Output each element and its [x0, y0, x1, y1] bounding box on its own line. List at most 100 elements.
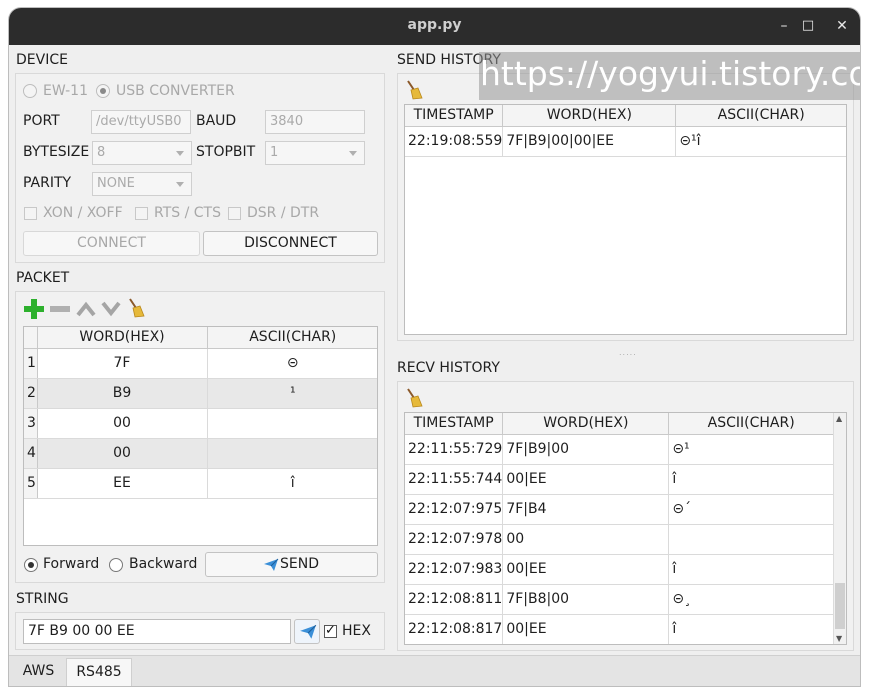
recv-history-row[interactable]: 22:12:08:817 00|EE î — [405, 614, 834, 644]
recv-history-row[interactable]: 22:12:08:811 7F|B8|00 ⊝¸ — [405, 584, 834, 615]
row-number: 2 — [24, 378, 38, 409]
packet-row[interactable]: 4 00 — [24, 438, 377, 469]
string-input[interactable]: 7F B9 00 00 EE — [23, 619, 291, 644]
dsr-dtr-checkbox[interactable] — [228, 207, 241, 220]
baud-field[interactable]: 3840 — [265, 110, 365, 134]
recv-header-timestamp[interactable]: TIMESTAMP — [405, 413, 504, 435]
packet-header-hex[interactable]: WORD(HEX) — [37, 327, 208, 349]
watermark-overlay: https://yogyui.tistory.com — [479, 52, 860, 100]
send-button[interactable]: SEND — [205, 552, 378, 577]
recv-header-ascii[interactable]: ASCII(CHAR) — [668, 413, 834, 435]
recv-history-row[interactable]: 22:11:55:729 7F|B9|00 ⊝¹ — [405, 434, 834, 465]
hex-cell: 7F|B4 — [502, 494, 670, 525]
send-button-label: SEND — [280, 556, 319, 572]
send-history-table[interactable]: TIMESTAMP WORD(HEX) ASCII(CHAR) 22:19:08… — [404, 104, 847, 335]
hex-cell[interactable]: B9 — [37, 378, 208, 409]
send-string-button[interactable] — [294, 619, 320, 644]
recv-history-row[interactable]: 22:12:07:975 7F|B4 ⊝´ — [405, 494, 834, 525]
device-section-label: DEVICE — [16, 52, 68, 68]
connect-button[interactable]: CONNECT — [23, 231, 200, 256]
ascii-cell[interactable] — [207, 408, 377, 439]
hex-cell[interactable]: 7F — [37, 348, 208, 379]
disconnect-button[interactable]: DISCONNECT — [203, 231, 378, 256]
packet-table[interactable]: WORD(HEX) ASCII(CHAR) 1 7F ⊝ 2 B9 ¹ 3 00 — [23, 326, 378, 546]
row-number: 5 — [24, 468, 38, 499]
recv-header-hex[interactable]: WORD(HEX) — [502, 413, 670, 435]
minimize-button[interactable]: – — [772, 15, 796, 37]
remove-row-icon[interactable] — [49, 298, 71, 320]
backward-radio[interactable] — [109, 558, 123, 572]
forward-radio[interactable] — [24, 558, 38, 572]
recv-history-scrollbar[interactable]: ▲ ▼ — [833, 413, 846, 644]
baud-label: BAUD — [196, 113, 237, 129]
stopbit-select[interactable]: 1 — [265, 141, 365, 165]
packet-row[interactable]: 5 EE î — [24, 468, 377, 499]
row-number: 3 — [24, 408, 38, 439]
send-header-hex[interactable]: WORD(HEX) — [502, 105, 677, 127]
clear-recv-history-broom-icon[interactable] — [405, 388, 423, 408]
ascii-cell: î — [668, 464, 834, 495]
scroll-down-arrow-icon[interactable]: ▼ — [836, 634, 842, 643]
port-field[interactable]: /dev/ttyUSB0 — [91, 110, 191, 134]
clear-send-history-broom-icon[interactable] — [405, 80, 423, 100]
ascii-cell: ⊝¹ — [668, 434, 834, 465]
hex-cell: 00 — [502, 524, 670, 555]
parity-label: PARITY — [23, 175, 72, 191]
scroll-up-arrow-icon[interactable]: ▲ — [836, 414, 842, 423]
packet-header-corner — [24, 327, 38, 349]
backward-label: Backward — [129, 556, 198, 572]
row-number: 4 — [24, 438, 38, 469]
parity-select[interactable]: NONE — [92, 172, 192, 196]
hex-cell[interactable]: 00 — [37, 438, 208, 469]
hex-checkbox[interactable] — [324, 623, 337, 638]
forward-label: Forward — [43, 556, 100, 572]
close-button[interactable]: ✕ — [830, 15, 854, 37]
tab-bar: AWS RS485 — [9, 655, 860, 686]
packet-row[interactable]: 3 00 — [24, 408, 377, 439]
maximize-button[interactable]: □ — [796, 15, 820, 37]
ascii-cell[interactable]: î — [207, 468, 377, 499]
paper-plane-icon — [300, 624, 317, 639]
ascii-cell[interactable] — [207, 438, 377, 469]
timestamp-cell: 22:19:08:559 — [405, 126, 504, 157]
packet-row[interactable]: 2 B9 ¹ — [24, 378, 377, 409]
ew11-radio[interactable] — [23, 84, 37, 98]
send-header-ascii[interactable]: ASCII(CHAR) — [675, 105, 846, 127]
hex-cell: 00|EE — [502, 614, 670, 644]
stopbit-label: STOPBIT — [196, 144, 256, 160]
tab-aws[interactable]: AWS — [11, 658, 66, 686]
ascii-cell: î — [668, 554, 834, 585]
timestamp-cell: 22:12:07:978 — [405, 524, 504, 555]
bytesize-select[interactable]: 8 — [92, 141, 192, 165]
usb-converter-radio[interactable] — [96, 84, 110, 98]
ascii-cell: ⊝¹î — [675, 126, 846, 157]
send-header-timestamp[interactable]: TIMESTAMP — [405, 105, 504, 127]
add-row-icon[interactable] — [23, 298, 45, 320]
recv-history-row[interactable]: 22:11:55:744 00|EE î — [405, 464, 834, 495]
recv-history-row[interactable]: 22:12:07:983 00|EE î — [405, 554, 834, 585]
scrollbar-thumb[interactable] — [835, 583, 845, 629]
port-label: PORT — [23, 113, 60, 129]
ascii-cell[interactable]: ⊝ — [207, 348, 377, 379]
packet-row[interactable]: 1 7F ⊝ — [24, 348, 377, 379]
tab-rs485[interactable]: RS485 — [66, 658, 132, 686]
usb-converter-label: USB CONVERTER — [116, 83, 235, 99]
recv-history-row[interactable]: 22:12:07:978 00 — [405, 524, 834, 555]
clear-packet-broom-icon[interactable] — [127, 298, 145, 318]
packet-section-label: PACKET — [16, 270, 70, 286]
hex-cell[interactable]: 00 — [37, 408, 208, 439]
send-history-row[interactable]: 22:19:08:559 7F|B9|00|00|EE ⊝¹î — [405, 126, 846, 157]
hex-cell[interactable]: EE — [37, 468, 208, 499]
rts-cts-checkbox[interactable] — [135, 207, 148, 220]
timestamp-cell: 22:12:08:811 — [405, 584, 504, 615]
recv-history-table[interactable]: TIMESTAMP WORD(HEX) ASCII(CHAR) 22:11:55… — [404, 412, 847, 645]
packet-header-ascii[interactable]: ASCII(CHAR) — [207, 327, 377, 349]
ascii-cell[interactable]: ¹ — [207, 378, 377, 409]
title-bar[interactable]: app.py – □ ✕ — [9, 8, 860, 45]
string-section-label: STRING — [16, 591, 69, 607]
move-down-icon[interactable] — [101, 299, 121, 319]
xon-xoff-checkbox[interactable] — [24, 207, 37, 220]
splitter-handle[interactable]: ..... — [619, 348, 637, 357]
move-up-icon[interactable] — [76, 299, 96, 319]
hex-cell: 7F|B9|00|00|EE — [502, 126, 677, 157]
